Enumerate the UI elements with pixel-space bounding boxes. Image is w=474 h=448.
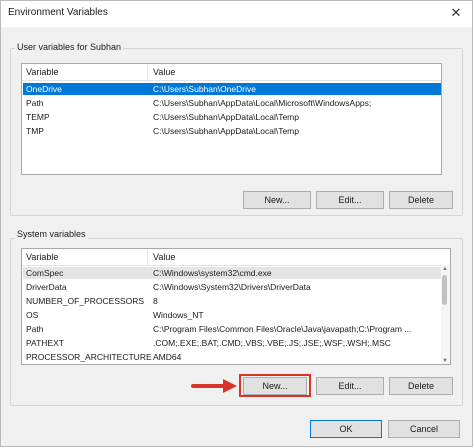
arrow-annotation-icon <box>191 379 237 393</box>
ok-button[interactable]: OK <box>310 420 382 438</box>
system-list-scrollbar[interactable]: ▲ ▼ <box>441 265 449 364</box>
column-header-variable[interactable]: Variable <box>22 64 148 80</box>
table-row[interactable]: OS Windows_NT <box>23 309 441 321</box>
user-delete-button[interactable]: Delete <box>389 191 453 209</box>
column-header-value[interactable]: Value <box>149 249 175 265</box>
cancel-button[interactable]: Cancel <box>388 420 460 438</box>
system-variables-list[interactable]: Variable Value ComSpec C:\Windows\system… <box>21 248 451 365</box>
scroll-up-icon[interactable]: ▲ <box>441 265 449 273</box>
table-row[interactable]: TEMP C:\Users\Subhan\AppData\Local\Temp <box>23 111 441 123</box>
user-variables-label: User variables for Subhan <box>15 42 124 52</box>
scroll-thumb[interactable] <box>442 275 447 305</box>
system-variables-header: Variable Value <box>22 249 450 266</box>
system-new-button[interactable]: New... <box>243 377 307 395</box>
table-row[interactable]: Path C:\Program Files\Common Files\Oracl… <box>23 323 441 335</box>
column-header-value[interactable]: Value <box>149 64 175 80</box>
table-row[interactable]: ComSpec C:\Windows\system32\cmd.exe <box>23 267 441 279</box>
user-new-button[interactable]: New... <box>243 191 311 209</box>
close-icon[interactable]: ✕ <box>440 1 472 25</box>
title-bar: Environment Variables ✕ <box>1 1 472 27</box>
user-edit-button[interactable]: Edit... <box>316 191 384 209</box>
table-row[interactable]: DriverData C:\Windows\System32\Drivers\D… <box>23 281 441 293</box>
user-variables-header: Variable Value <box>22 64 441 81</box>
environment-variables-dialog: Environment Variables ✕ User variables f… <box>0 0 473 447</box>
system-delete-button[interactable]: Delete <box>389 377 453 395</box>
table-row[interactable]: Path C:\Users\Subhan\AppData\Local\Micro… <box>23 97 441 109</box>
column-header-variable[interactable]: Variable <box>22 249 148 265</box>
table-row[interactable]: OneDrive C:\Users\Subhan\OneDrive <box>23 83 441 95</box>
user-variables-list[interactable]: Variable Value OneDrive C:\Users\Subhan\… <box>21 63 442 175</box>
system-edit-button[interactable]: Edit... <box>316 377 384 395</box>
window-title: Environment Variables <box>8 7 108 18</box>
table-row[interactable]: PATHEXT .COM;.EXE;.BAT;.CMD;.VBS;.VBE;.J… <box>23 337 441 349</box>
table-row[interactable]: NUMBER_OF_PROCESSORS 8 <box>23 295 441 307</box>
system-variables-label: System variables <box>15 229 88 239</box>
table-row[interactable]: PROCESSOR_ARCHITECTURE AMD64 <box>23 351 441 363</box>
scroll-down-icon[interactable]: ▼ <box>441 357 449 364</box>
table-row[interactable]: TMP C:\Users\Subhan\AppData\Local\Temp <box>23 125 441 137</box>
